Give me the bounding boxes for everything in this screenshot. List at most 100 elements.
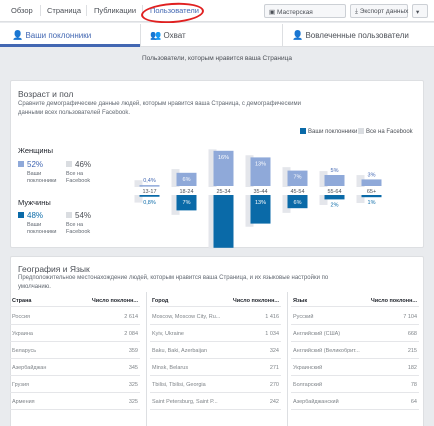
languages-header-count[interactable]: Число поклонн... <box>367 298 417 304</box>
export-label: Экспорт данных <box>359 8 409 15</box>
chevron-down-icon: ▾ <box>416 9 420 16</box>
row-divider <box>150 306 281 307</box>
men-fans-bar <box>361 195 382 198</box>
languages-row-name: Болгарский <box>293 382 323 388</box>
countries-row-count: 325 <box>128 399 138 405</box>
legend-fans: Ваши поклонники <box>300 128 357 135</box>
languages-row-name: Украинский <box>293 365 323 371</box>
row-divider <box>150 409 281 410</box>
cities-row-name: Saint Petersburg, Saint P... <box>152 399 218 405</box>
tab-divider <box>282 24 283 47</box>
cities-row-name: Moscow, Moscow City, Ru... <box>152 314 221 320</box>
tab-divider <box>140 24 141 47</box>
age-gender-chart: 13-17 0,4% 0,8% 18-24 6% 7% 25-34 16% 35-44 13% 13… <box>134 149 382 249</box>
cities-row-count: 242 <box>269 399 279 405</box>
languages-row-count: 182 <box>407 365 417 371</box>
men-all-pct: 54% <box>66 211 91 220</box>
active-tab-indicator <box>0 44 140 47</box>
countries-row-count: 2 084 <box>124 331 138 337</box>
countries-header-count[interactable]: Число поклонн... <box>88 298 138 304</box>
cities-row-count: 271 <box>269 365 279 371</box>
women-all-pct-value: 46% <box>75 160 92 169</box>
countries-row-name: Грузия <box>12 382 29 388</box>
languages-row-name: Азербайджанский <box>293 399 339 405</box>
row-divider <box>10 392 140 393</box>
age-category-label: 65+ <box>367 189 376 195</box>
tab-label: Ваши поклонники <box>25 31 92 40</box>
row-divider <box>291 375 419 376</box>
languages-row-count: 668 <box>407 331 417 337</box>
row-divider <box>291 306 419 307</box>
row-divider <box>291 324 419 325</box>
geo-description: Предположительное местонахождение людей,… <box>18 275 329 290</box>
tab-label: Охват <box>163 31 186 40</box>
age-category-label: 25-34 <box>216 189 230 195</box>
more-button[interactable]: ▾ <box>412 4 428 18</box>
row-divider <box>291 409 419 410</box>
nav-divider <box>86 5 87 16</box>
creative-hub-icon: ▣ <box>269 9 276 16</box>
countries-row-name: Армения <box>12 399 35 405</box>
men-fans-pct-value: 48% <box>27 211 44 220</box>
women-value-label: 13% <box>255 161 266 167</box>
men-value-label: 2% <box>331 202 339 208</box>
row-divider <box>150 324 281 325</box>
women-title: Женщины <box>18 146 54 155</box>
row-divider <box>291 341 419 342</box>
person-icon: 👤 <box>12 30 24 40</box>
nav-overview[interactable]: Обзор <box>11 6 33 15</box>
languages-row-count: 215 <box>407 348 417 354</box>
age-gender-title: Возраст и пол <box>18 89 74 99</box>
annotation-circle <box>140 0 205 26</box>
row-divider <box>10 341 140 342</box>
languages-row-count: 78 <box>410 382 417 388</box>
tab-reach[interactable]: 👥 Охват <box>150 23 186 47</box>
age-gender-description: Сравните демографические данные людей, к… <box>18 101 301 116</box>
countries-row-count: 2 614 <box>124 314 138 320</box>
tab-engaged-users[interactable]: 👤 Вовлеченные пользователи <box>292 23 409 47</box>
cities-header-name[interactable]: Город <box>152 298 168 304</box>
creative-hub-label: Мастерская <box>276 9 313 16</box>
men-value-label: 6% <box>294 200 302 206</box>
row-divider <box>291 392 419 393</box>
age-category-label: 18-24 <box>179 189 193 195</box>
nav-page[interactable]: Страница <box>47 6 81 15</box>
men-fans-label: Ваши поклонники <box>27 222 57 235</box>
women-value-label: 5% <box>331 168 339 174</box>
men-all-swatch <box>66 212 72 218</box>
women-fans-bar <box>139 185 160 187</box>
women-value-label: 0,4% <box>143 178 156 184</box>
cities-row-count: 1 416 <box>265 314 279 320</box>
men-fans-bar <box>324 195 345 200</box>
women-fans-bar <box>324 175 345 186</box>
age-category-label: 45-54 <box>290 189 304 195</box>
languages-row-count: 7 104 <box>403 314 417 320</box>
countries-row-name: Россия <box>12 314 31 320</box>
countries-row-count: 325 <box>128 382 138 388</box>
cities-row-count: 324 <box>269 348 279 354</box>
row-divider <box>10 375 140 376</box>
age-category-label: 55-64 <box>327 189 341 195</box>
men-fans-swatch <box>18 212 24 218</box>
creative-hub-button[interactable]: ▣ Мастерская <box>264 4 346 18</box>
cities-row-name: Baku, Baki, Azerbaijan <box>152 348 208 354</box>
women-fans-pct-value: 52% <box>27 160 44 169</box>
men-value-label: 13% <box>255 200 266 206</box>
nav-posts[interactable]: Публикации <box>94 6 136 15</box>
age-category-label: 13-17 <box>142 189 156 195</box>
cities-row-name: Minsk, Belarus <box>152 365 189 371</box>
women-value-label: 3% <box>368 172 376 178</box>
countries-header-name[interactable]: Страна <box>12 298 31 304</box>
men-fans-pct: 48% <box>18 211 43 220</box>
export-button[interactable]: ⤓ Экспорт данных <box>350 4 408 18</box>
countries-row-count: 359 <box>128 348 138 354</box>
languages-header-name[interactable]: Язык <box>293 298 307 304</box>
women-value-label: 6% <box>183 177 191 183</box>
men-fans-bar <box>213 195 234 248</box>
legend-fans-label: Ваши поклонники <box>308 129 358 135</box>
cities-header-count[interactable]: Число поклонн... <box>229 298 279 304</box>
women-value-label: 7% <box>294 175 302 181</box>
men-all-label: Все на Facebook <box>66 222 91 235</box>
legend-fans-swatch <box>300 128 306 134</box>
legend-all-swatch <box>358 128 364 134</box>
